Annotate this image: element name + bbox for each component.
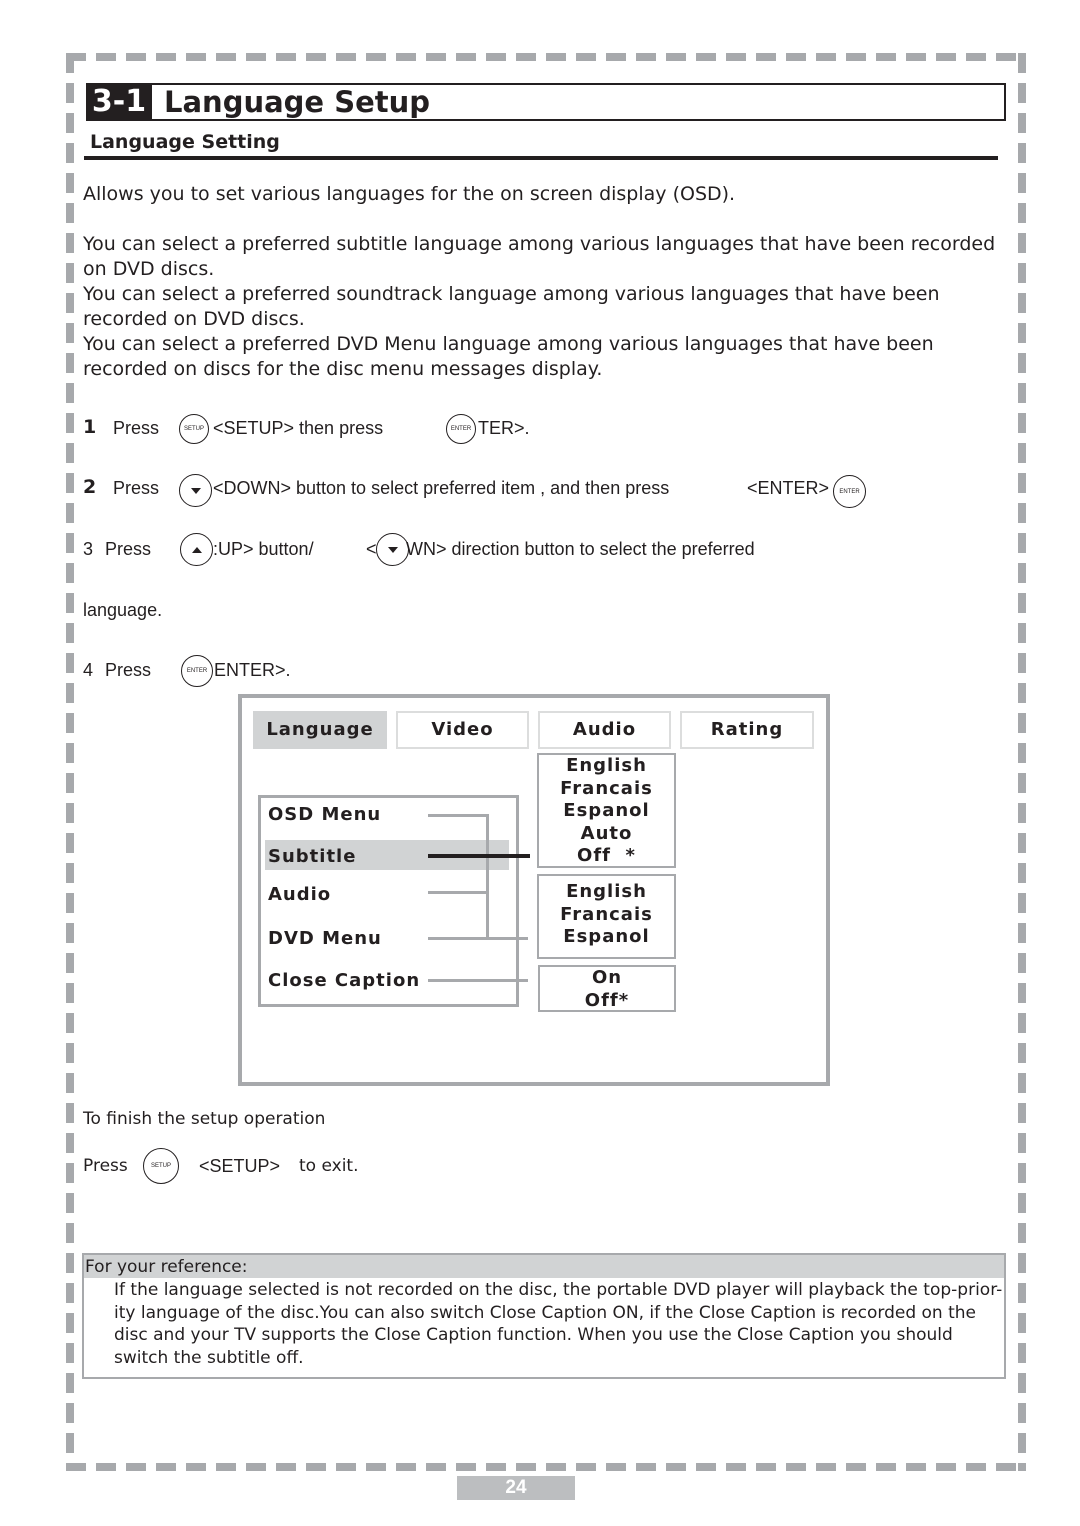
osd-tab-audio: Audio bbox=[538, 711, 671, 749]
connector-line bbox=[428, 937, 528, 940]
page-frame-bottom bbox=[66, 1463, 1026, 1471]
up-triangle-icon bbox=[191, 546, 202, 553]
subsection-title: Language Setting bbox=[90, 131, 280, 153]
down-triangle-icon bbox=[387, 546, 398, 553]
step-number: 4 bbox=[83, 660, 94, 680]
up-arrow-button-icon bbox=[180, 533, 213, 566]
setup-icon-label: SETUP bbox=[150, 1163, 171, 1169]
osd-menu-item-osd-menu: OSD Menu bbox=[268, 804, 382, 825]
osd-menu-item-dvd-menu: DVD Menu bbox=[268, 928, 382, 949]
enter-button-icon: ENTER bbox=[446, 414, 476, 444]
osd-tab-language: Language bbox=[253, 711, 387, 749]
option-item: Off * bbox=[577, 845, 636, 866]
step-text: TER>. bbox=[478, 418, 530, 438]
step-text: language. bbox=[83, 600, 163, 620]
subsection-rule bbox=[84, 156, 998, 160]
step-text: :UP> button/ bbox=[213, 539, 314, 559]
enter-icon-label: ENTER bbox=[186, 668, 208, 674]
section-title: Language Setup bbox=[164, 85, 431, 119]
option-item: Francais bbox=[560, 777, 653, 799]
step-press-label: Press bbox=[113, 478, 160, 498]
step-press-label: Press bbox=[113, 418, 160, 438]
step-number: 2 bbox=[83, 476, 97, 498]
finish-tail: to exit. bbox=[299, 1156, 359, 1176]
language-options-box: English Francais Espanol bbox=[537, 874, 676, 959]
option-item: On bbox=[591, 967, 623, 988]
step-number: 3 bbox=[83, 539, 94, 559]
connector-line bbox=[428, 979, 528, 982]
step-text: WN> direction button to select the prefe… bbox=[406, 539, 755, 559]
setup-button-icon: SETUP bbox=[179, 414, 209, 444]
osd-menu-item-subtitle: Subtitle bbox=[268, 846, 357, 867]
page-number: 24 bbox=[457, 1476, 575, 1500]
option-item: Francais bbox=[560, 903, 653, 925]
option-item: Auto bbox=[580, 822, 633, 844]
enter-icon-label: ENTER bbox=[450, 426, 472, 432]
step-text: ENTER>. bbox=[214, 660, 291, 680]
connector-line bbox=[428, 814, 488, 817]
reference-heading: For your reference: bbox=[84, 1255, 1004, 1278]
page-frame-left bbox=[66, 53, 74, 1471]
connector-line bbox=[428, 891, 488, 894]
setup-button-icon: SETUP bbox=[143, 1148, 179, 1184]
connector-line bbox=[486, 814, 489, 938]
enter-button-icon: ENTER bbox=[833, 475, 866, 508]
enter-icon-label: ENTER bbox=[839, 488, 860, 495]
step-text: <SETUP> then press bbox=[213, 418, 384, 438]
page-frame-top bbox=[66, 53, 1026, 61]
step-text: < bbox=[366, 539, 377, 559]
option-item: Off* bbox=[584, 989, 630, 1011]
osd-tab-rating: Rating bbox=[680, 711, 814, 749]
down-triangle-icon bbox=[190, 487, 201, 494]
caption-options-box: On Off* bbox=[538, 965, 676, 1012]
option-item: Espanol bbox=[563, 926, 650, 947]
page-frame-right bbox=[1018, 53, 1026, 1471]
step-text: <ENTER> bbox=[747, 478, 830, 498]
intro-paragraph: Allows you to set various languages for … bbox=[83, 183, 736, 205]
option-item: Espanol bbox=[563, 800, 650, 821]
step-text: <DOWN> button to select preferred item ,… bbox=[213, 478, 670, 498]
intro-paragraph: You can select a preferred soundtrack la… bbox=[83, 283, 940, 330]
option-item: English bbox=[566, 755, 647, 776]
step-press-label: Press bbox=[105, 539, 152, 559]
finish-key: <SETUP> bbox=[199, 1156, 281, 1176]
osd-menu-item-audio: Audio bbox=[268, 884, 332, 905]
section-number: 3-1 bbox=[86, 83, 152, 121]
step-press-label: Press bbox=[105, 660, 152, 680]
setup-icon-label: SETUP bbox=[183, 426, 204, 432]
finish-press-label: Press bbox=[83, 1156, 128, 1176]
option-item: English bbox=[566, 881, 647, 902]
osd-tab-video: Video bbox=[396, 711, 529, 749]
osd-menu-item-close-caption: Close Caption bbox=[268, 970, 421, 991]
down-arrow-button-icon bbox=[376, 533, 409, 566]
enter-button-icon: ENTER bbox=[181, 655, 213, 687]
subtitle-options-box: English Francais Espanol Auto Off * bbox=[537, 753, 676, 868]
reference-body: If the language selected is not recorded… bbox=[114, 1280, 1003, 1368]
intro-paragraph: You can select a preferred DVD Menu lang… bbox=[83, 333, 934, 380]
connector-line-active bbox=[428, 854, 530, 858]
finish-heading: To finish the setup operation bbox=[83, 1109, 326, 1129]
step-number: 1 bbox=[83, 416, 97, 438]
intro-paragraph: You can select a preferred subtitle lang… bbox=[83, 233, 996, 280]
down-arrow-button-icon bbox=[179, 474, 212, 507]
